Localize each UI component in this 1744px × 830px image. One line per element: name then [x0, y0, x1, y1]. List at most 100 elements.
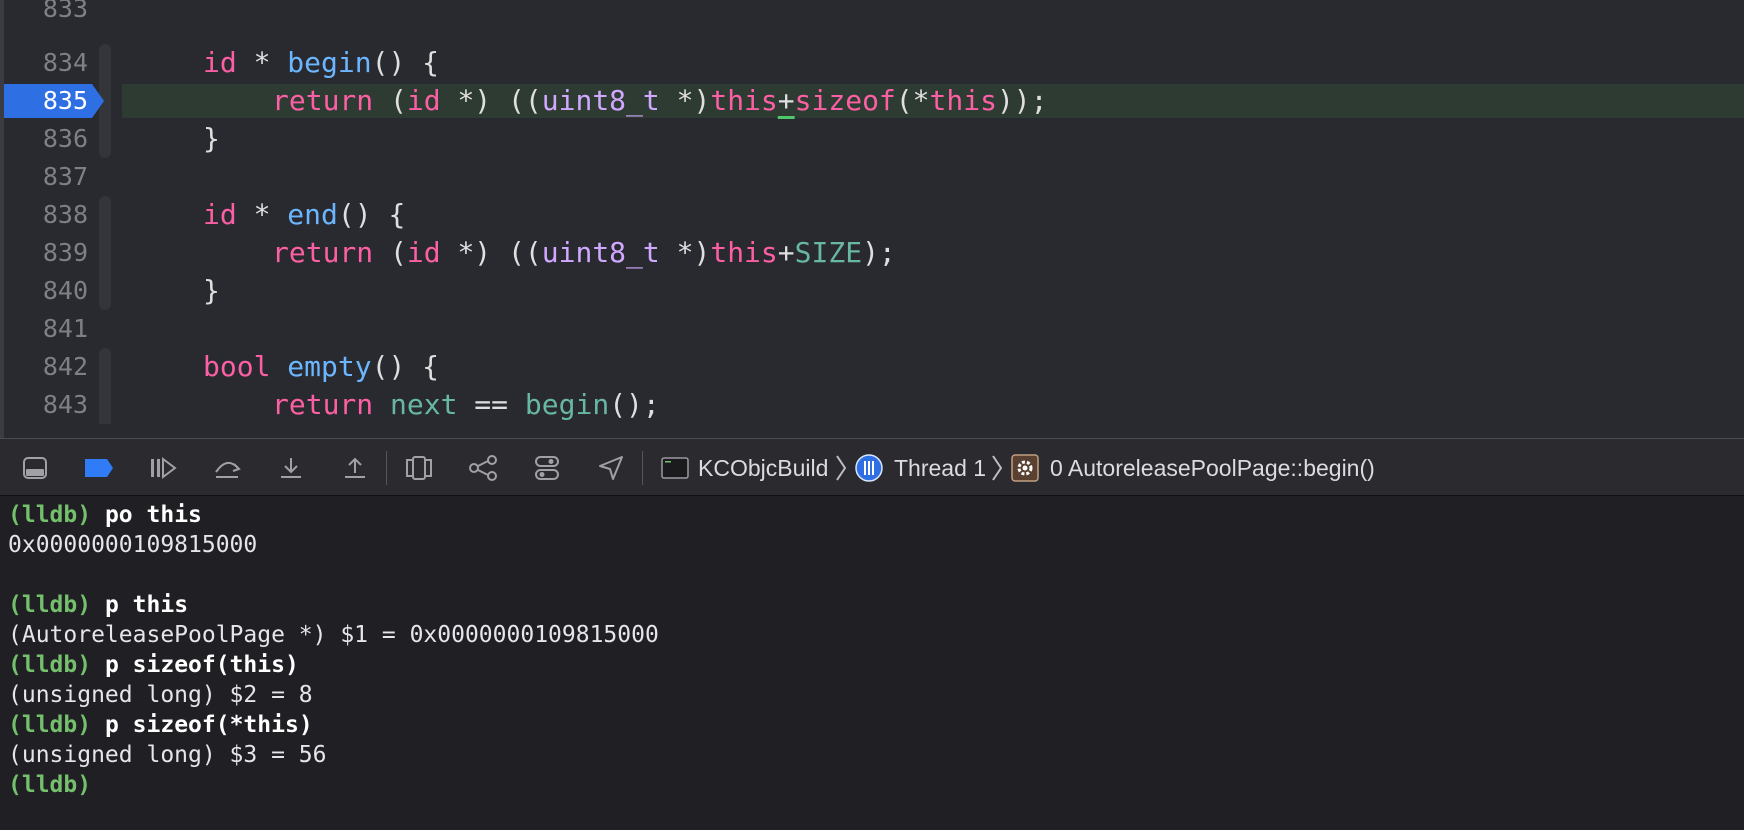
breadcrumb-target[interactable]: KCObjcBuild — [698, 439, 828, 497]
debug-toolbar: KCObjcBuild Thread 1 0 AutoreleasePoolPa… — [0, 438, 1744, 496]
code-token: + — [777, 236, 795, 269]
hide-debug-area-icon[interactable] — [18, 451, 52, 485]
code-line[interactable]: 840 } — [0, 272, 1744, 310]
line-number[interactable]: 833 — [4, 0, 88, 28]
line-number[interactable]: 836 — [4, 120, 88, 158]
code-text: return (id *) ((uint8_t *)this+SIZE); — [272, 234, 896, 272]
code-folding-ribbon[interactable] — [99, 196, 111, 234]
lldb-prompt: (lldb) — [8, 772, 92, 798]
lldb-prompt: (lldb) — [8, 712, 92, 738]
code-token: () { — [337, 198, 406, 231]
code-folding-ribbon[interactable] — [99, 120, 111, 158]
code-line[interactable]: 839 return (id *) ((uint8_t *)this+SIZE)… — [0, 234, 1744, 272]
code-folding-ribbon[interactable] — [99, 234, 111, 272]
code-token: *) — [659, 84, 711, 117]
code-token: (); — [609, 388, 660, 421]
error-underlined-token: + — [777, 84, 795, 117]
keyword-token: sizeof — [794, 84, 896, 117]
console-command-line: (lldb) p sizeof(*this) — [8, 710, 1744, 740]
code-folding-ribbon[interactable] — [99, 348, 111, 386]
line-number[interactable]: 843 — [4, 386, 88, 424]
line-number[interactable]: 841 — [4, 310, 88, 348]
keyword-token: this — [710, 236, 778, 269]
breadcrumb-thread[interactable]: Thread 1 — [894, 439, 986, 497]
breakpoints-icon[interactable] — [82, 451, 116, 485]
console-output-line: (AutoreleasePoolPage *) $1 = 0x000000010… — [8, 622, 659, 648]
keyword-token: id — [406, 84, 441, 117]
breadcrumb-frame[interactable]: 0 AutoreleasePoolPage::begin() — [1050, 439, 1375, 497]
step-over-icon[interactable] — [210, 451, 244, 485]
code-text: return (id *) ((uint8_t *)this+sizeof(*t… — [272, 82, 1048, 120]
memory-graph-icon[interactable] — [466, 451, 500, 485]
code-line[interactable]: 838 id * end() { — [0, 196, 1744, 234]
keyword-token: return — [272, 388, 374, 421]
code-token: (* — [895, 84, 930, 117]
code-token: ( — [373, 84, 407, 117]
code-text: } — [203, 272, 220, 310]
line-number[interactable]: 842 — [4, 348, 88, 386]
code-token: } — [203, 274, 220, 307]
keyword-token: return — [272, 236, 374, 269]
code-token: *) — [659, 236, 711, 269]
keyword-token: return — [272, 84, 374, 117]
chevron-right-icon — [836, 455, 847, 481]
step-into-icon[interactable] — [274, 451, 308, 485]
line-number[interactable]: 837 — [4, 158, 88, 196]
code-token: ); — [862, 236, 896, 269]
keyword-token: id — [203, 198, 237, 231]
code-text: id * end() { — [203, 196, 405, 234]
code-line-current[interactable]: 835 return (id *) ((uint8_t *)this+sizeo… — [0, 82, 1744, 120]
code-line[interactable]: 833 — [0, 0, 1744, 28]
code-token: ( — [373, 236, 407, 269]
line-number[interactable]: 839 — [4, 234, 88, 272]
step-out-icon[interactable] — [338, 451, 372, 485]
console-command-line: (lldb) po this — [8, 500, 1744, 530]
line-number[interactable]: 834 — [4, 44, 88, 82]
continue-icon[interactable] — [146, 451, 180, 485]
code-token: () { — [371, 350, 440, 383]
source-editor[interactable]: 833 834 id * begin() { 835 return (id *)… — [0, 0, 1744, 438]
code-line[interactable]: 841 — [0, 310, 1744, 348]
variable-token: next — [390, 388, 458, 421]
lldb-prompt: (lldb) — [8, 502, 92, 528]
code-token: == — [457, 388, 525, 421]
console-output-line: (unsigned long) $2 = 8 — [8, 682, 313, 708]
code-line[interactable]: 843 return next == begin(); — [0, 386, 1744, 424]
console-command-line: (lldb) p sizeof(this) — [8, 650, 1744, 680]
code-line[interactable]: 834 id * begin() { — [0, 44, 1744, 82]
console-input-line[interactable]: (lldb) — [8, 770, 1744, 800]
stack-frame-gear-icon[interactable] — [1008, 451, 1042, 485]
code-line[interactable]: 842 bool empty() { — [0, 348, 1744, 386]
lldb-prompt: (lldb) — [8, 652, 92, 678]
toolbar-separator — [386, 451, 387, 485]
line-number[interactable]: 838 — [4, 196, 88, 234]
type-token: uint8_t — [541, 84, 660, 117]
console-command: po this — [104, 502, 202, 528]
simulate-location-icon[interactable] — [594, 451, 628, 485]
line-number[interactable]: 835 — [4, 82, 88, 120]
code-line[interactable]: 837 — [0, 158, 1744, 196]
console-command: p sizeof(this) — [104, 652, 299, 678]
lldb-console[interactable]: (lldb) po this 0x0000000109815000 (lldb)… — [0, 496, 1744, 830]
thread-icon[interactable] — [852, 451, 886, 485]
code-text: id * begin() { — [203, 44, 439, 82]
toolbar-separator — [642, 451, 643, 485]
code-token: * — [236, 198, 288, 231]
code-folding-ribbon[interactable] — [99, 44, 111, 82]
environment-overrides-icon[interactable] — [530, 451, 564, 485]
code-line[interactable]: 836 } — [0, 120, 1744, 158]
console-output-line: (unsigned long) $3 = 56 — [8, 742, 327, 768]
function-token: begin — [524, 388, 610, 421]
line-number[interactable]: 840 — [4, 272, 88, 310]
view-hierarchy-icon[interactable] — [402, 451, 436, 485]
keyword-token: bool — [203, 350, 271, 383]
code-folding-ribbon[interactable] — [99, 272, 111, 310]
constant-token: SIZE — [794, 236, 863, 269]
chevron-right-icon — [992, 455, 1003, 481]
console-target-icon[interactable] — [658, 451, 692, 485]
code-token: () { — [371, 46, 440, 79]
keyword-token: this — [710, 84, 778, 117]
keyword-token: id — [203, 46, 237, 79]
code-folding-ribbon[interactable] — [99, 386, 111, 424]
